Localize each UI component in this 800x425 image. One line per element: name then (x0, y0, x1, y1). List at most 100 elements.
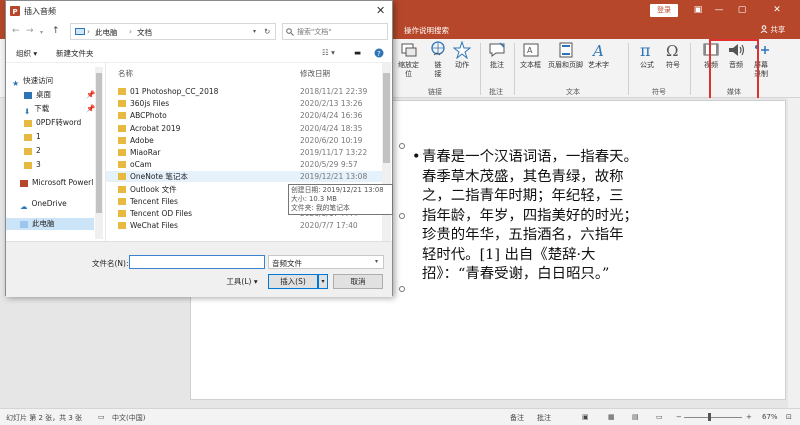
file-row[interactable]: oCam 2020/5/29 9:57 (106, 159, 382, 170)
symbol-button[interactable]: Ω 符号 (664, 41, 682, 70)
status-bar: 幻灯片 第 2 张，共 3 张 ▭ 中文(中国) 备注 批注 ▣ ▦ ▤ ▭ −… (0, 408, 800, 425)
breadcrumb-documents[interactable]: 文档 (137, 27, 152, 38)
file-row[interactable]: 01 Photoshop_CC_2018 2018/11/21 22:39 (106, 86, 382, 97)
fit-slide-icon[interactable]: ⊡ (786, 413, 792, 421)
login-button[interactable]: 登录 (650, 4, 678, 17)
cloud-icon: ☁ (20, 201, 28, 211)
file-row[interactable]: 360js Files 2020/2/13 13:26 (106, 98, 382, 109)
slideshow-icon[interactable]: ▭ (656, 413, 663, 421)
slide-text-box[interactable]: • 青春是一个汉语词语，一指春天。 春季草木茂盛，其色青绿，故称 之，二指青年时… (412, 148, 694, 285)
file-name: 360js Files (130, 99, 170, 109)
forward-arrow-icon[interactable]: → (26, 26, 34, 36)
address-bar[interactable]: › 此电脑 › 文档 ▾ ↻ (70, 23, 276, 40)
file-name: ABCPhoto (130, 111, 167, 121)
file-row[interactable]: WeChat Files 2020/7/7 17:40 (106, 220, 382, 231)
file-row[interactable]: Adobe 2020/6/20 10:19 (106, 135, 382, 146)
tell-me-search[interactable]: 操作说明搜索 (404, 25, 449, 36)
zoom-slider[interactable] (684, 417, 742, 418)
ribbon-display-icon[interactable]: ▣ (691, 3, 705, 17)
search-input[interactable] (297, 25, 385, 38)
comments-button[interactable]: 批注 (537, 413, 551, 423)
svg-text:π: π (640, 41, 651, 59)
notes-button[interactable]: 备注 (510, 413, 524, 423)
slide-sorter-icon[interactable]: ▦ (608, 413, 615, 421)
insert-dropdown-icon[interactable]: ▾ (318, 274, 328, 289)
refresh-icon[interactable]: ↻ (264, 27, 270, 36)
maximize-icon[interactable]: ▢ (735, 3, 749, 17)
file-row[interactable]: MiaoRar 2019/11/17 13:22 (106, 147, 382, 158)
minimize-icon[interactable]: — (712, 3, 726, 17)
nav-folder-pdf[interactable]: 0PDF转word (24, 117, 81, 129)
address-dropdown-icon[interactable]: ▾ (253, 28, 256, 35)
file-date: 2018/11/21 22:39 (300, 87, 368, 96)
dialog-close-icon[interactable]: ✕ (376, 4, 385, 17)
zoom-out-icon[interactable]: − (676, 413, 682, 421)
comment-button[interactable]: 批注 (488, 41, 506, 70)
nav-onedrive[interactable]: ☁ OneDrive (20, 198, 67, 211)
file-row[interactable]: Acrobat 2019 2020/4/24 18:35 (106, 123, 382, 134)
share-label: 共享 (770, 25, 786, 34)
help-icon[interactable]: ? (374, 48, 384, 58)
recent-chevron-icon[interactable]: ▾ (40, 29, 43, 36)
action-button[interactable]: 动作 (453, 41, 471, 70)
search-icon (286, 28, 294, 36)
view-options-icon[interactable]: ☷ ▾ (322, 48, 335, 57)
back-arrow-icon[interactable]: ← (12, 26, 20, 36)
nav-quick-access[interactable]: ★ 快速访问 (12, 75, 53, 88)
zoom-button[interactable]: 缩放定 位 (398, 41, 419, 79)
up-arrow-icon[interactable]: ↑ (52, 26, 60, 36)
insert-button[interactable]: 插入(S) (268, 274, 318, 289)
nav-folder-2[interactable]: 2 (24, 145, 41, 157)
tools-button[interactable]: 工具(L) ▾ (220, 274, 264, 289)
nav-label: OneDrive (31, 199, 67, 208)
header-footer-button[interactable]: 页眉和页脚 (548, 41, 583, 70)
share-button[interactable]: 共享 (760, 24, 785, 35)
formula-button[interactable]: π 公式 (638, 41, 656, 70)
zoom-slider-thumb[interactable] (708, 413, 711, 421)
nav-microsoft-powerpoint[interactable]: Microsoft Powerl (20, 177, 93, 189)
new-folder-button[interactable]: 新建文件夹 (56, 48, 94, 59)
language-status[interactable]: 中文(中国) (112, 413, 145, 423)
cancel-button[interactable]: 取消 (333, 274, 383, 289)
normal-view-icon[interactable]: ▣ (582, 413, 589, 421)
search-box[interactable] (282, 23, 388, 40)
resize-handle[interactable] (399, 286, 405, 292)
spellcheck-icon[interactable]: ▭ (98, 413, 105, 421)
reading-view-icon[interactable]: ▤ (632, 413, 639, 421)
filetype-select[interactable]: 音频文件 ▾ (268, 255, 384, 269)
nav-scrollbar[interactable] (95, 67, 103, 239)
wordart-button[interactable]: A 艺术字 (588, 41, 609, 70)
resize-handle[interactable] (399, 143, 405, 149)
wordart-label: 艺术字 (588, 61, 609, 69)
nav-desktop[interactable]: 桌面 📌 (24, 89, 95, 101)
column-header-name[interactable]: 名称 (118, 68, 133, 79)
file-row[interactable]: ABCPhoto 2020/4/24 16:36 (106, 110, 382, 121)
file-row[interactable]: OneNote 笔记本 2019/12/21 13:08 (106, 171, 382, 183)
dialog-footer: 文件名(N): 音频文件 ▾ 工具(L) ▾ 插入(S) ▾ 取消 (6, 241, 392, 297)
zoom-in-icon[interactable]: + (746, 413, 752, 421)
folder-icon (118, 124, 126, 132)
column-header-date[interactable]: 修改日期 (300, 68, 330, 79)
svg-text:A: A (527, 46, 533, 55)
zoom-level[interactable]: 67% (762, 413, 778, 421)
organize-button[interactable]: 组织 ▾ (16, 48, 37, 59)
pi-icon: π (640, 41, 651, 59)
nav-this-pc[interactable]: 此电脑 (6, 218, 94, 230)
preview-pane-icon[interactable]: ▬ (354, 48, 361, 57)
close-icon[interactable]: ✕ (770, 3, 784, 17)
folder-icon (24, 147, 32, 155)
slide-scrollbar[interactable] (788, 98, 800, 408)
breadcrumb-this-pc[interactable]: 此电脑 (95, 27, 118, 38)
nav-scroll-thumb[interactable] (96, 73, 102, 213)
link-label-2: 接 (434, 70, 442, 78)
nav-folder-3[interactable]: 3 (24, 159, 41, 171)
filename-input[interactable] (129, 255, 265, 269)
group-label-symbols: 符号 (652, 88, 666, 96)
nav-downloads[interactable]: ⬇ 下载 📌 (24, 103, 95, 116)
nav-folder-1[interactable]: 1 (24, 131, 41, 143)
resize-handle[interactable] (399, 213, 405, 219)
link-button[interactable]: 链 接 (429, 41, 447, 79)
textbox-button[interactable]: A 文本框 (520, 41, 541, 70)
slide-text-line: 招》：“青春受谢，白日昭只。” (422, 266, 610, 282)
file-scroll-thumb[interactable] (383, 73, 390, 163)
